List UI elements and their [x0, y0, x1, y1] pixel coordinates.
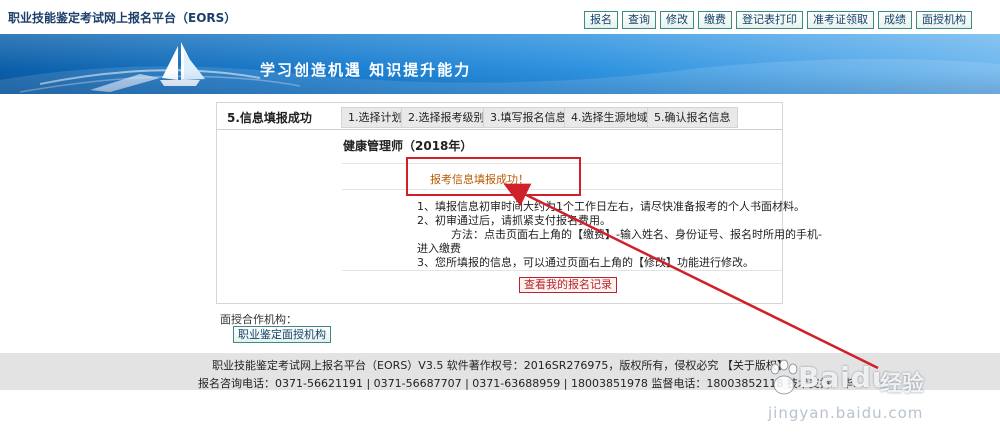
- nav-button-training-institutions[interactable]: 面授机构: [916, 11, 972, 29]
- current-step-label: 5.信息填报成功: [227, 111, 312, 125]
- nav-button-register[interactable]: 报名: [584, 11, 618, 29]
- coop-label: 面授合作机构：: [220, 313, 297, 326]
- step-tab-confirm-info[interactable]: 5.确认报名信息: [647, 107, 738, 128]
- nav-button-print-form[interactable]: 登记表打印: [736, 11, 803, 29]
- watermark-jingyan-text: 经验: [880, 372, 925, 397]
- paw-icon: [770, 359, 798, 395]
- step-tab-select-plan[interactable]: 1.选择计划: [341, 107, 410, 128]
- watermark-domain: jingyan.baidu.com: [768, 404, 924, 422]
- watermark-logo-text: Baidu: [798, 361, 893, 394]
- site-title: 职业技能鉴定考试网上报名平台（EORS）: [8, 11, 237, 25]
- step-tab-select-level[interactable]: 2.选择报考级别: [401, 107, 492, 128]
- instruction-line: 3、您所填报的信息，可以通过页面右上角的【修改】功能进行修改。: [417, 256, 754, 269]
- step-tab-fill-info[interactable]: 3.填写报名信息: [483, 107, 574, 128]
- nav-button-admission-ticket[interactable]: 准考证领取: [807, 11, 874, 29]
- step-tab-select-region[interactable]: 4.选择生源地域: [564, 107, 655, 128]
- job-title: 健康管理师（2018年）: [343, 139, 473, 153]
- banner-motto: 学习创造机遇 知识提升能力: [260, 61, 472, 79]
- top-bar: 职业技能鉴定考试网上报名平台（EORS） 报名 查询 修改 缴费 登记表打印 准…: [0, 0, 1000, 34]
- training-institution-button[interactable]: 职业鉴定面授机构: [233, 326, 331, 343]
- nav-button-pay[interactable]: 缴费: [698, 11, 732, 29]
- footer-contact: 报名咨询电话：0371-56621191 | 0371-56687707 | 0…: [198, 377, 864, 390]
- top-nav: 报名 查询 修改 缴费 登记表打印 准考证领取 成绩 面授机构: [584, 11, 972, 29]
- step-tabs: 5.信息填报成功 1.选择计划 2.选择报考级别 3.填写报名信息 4.选择生源…: [217, 103, 782, 130]
- annotation-highlight-box: [406, 157, 581, 196]
- nav-button-scores[interactable]: 成绩: [878, 11, 912, 29]
- nav-button-query[interactable]: 查询: [622, 11, 656, 29]
- baidu-watermark: Baidu 经验: [768, 355, 948, 403]
- registration-panel: 5.信息填报成功 1.选择计划 2.选择报考级别 3.填写报名信息 4.选择生源…: [216, 102, 822, 304]
- divider: [342, 270, 782, 271]
- banner: 学习创造机遇 知识提升能力: [0, 34, 1000, 94]
- nav-button-modify[interactable]: 修改: [660, 11, 694, 29]
- view-registration-record-button[interactable]: 查看我的报名记录: [519, 277, 617, 293]
- instruction-line: 方法：点击页面右上角的【缴费】-输入姓名、身份证号、报名时所用的手机-: [451, 228, 822, 241]
